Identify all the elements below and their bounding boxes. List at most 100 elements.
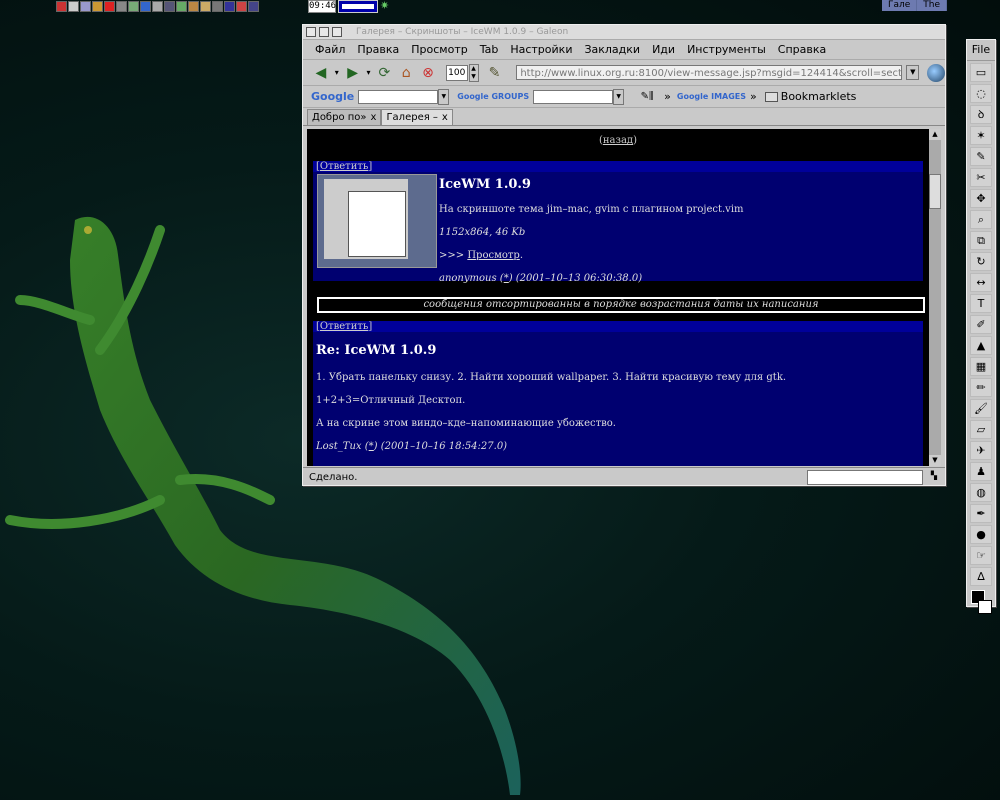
ellipse-select-icon[interactable]: ◌ <box>970 84 992 103</box>
gear-icon[interactable] <box>128 1 139 12</box>
network-icon[interactable] <box>152 1 163 12</box>
app-launcher-icon[interactable] <box>56 1 67 12</box>
menu-settings[interactable]: Настройки <box>510 43 572 56</box>
scroll-down-icon[interactable]: ▼ <box>929 455 941 466</box>
back-arrow-icon[interactable]: ◀ <box>311 63 331 83</box>
thumbnail-editor <box>348 191 406 257</box>
zoom-field[interactable]: 100 <box>445 64 468 81</box>
check-icon[interactable] <box>80 1 91 12</box>
forward-dropdown-icon[interactable]: ▾ <box>365 63 373 83</box>
background-color[interactable] <box>978 600 992 614</box>
stop-icon[interactable]: ⊗ <box>418 63 438 83</box>
globe-icon[interactable] <box>927 63 946 82</box>
security-icon[interactable]: ▚ <box>927 471 941 484</box>
menu-view[interactable]: Просмотр <box>411 43 467 56</box>
task-gimp[interactable]: The <box>917 0 947 11</box>
blur-icon[interactable]: ◍ <box>970 483 992 502</box>
scroll-thumb[interactable] <box>929 174 941 209</box>
broom-icon[interactable]: ✎ <box>485 63 505 83</box>
vertical-scrollbar[interactable]: ▲ ▼ <box>929 129 941 466</box>
window-menu-button[interactable] <box>306 27 316 37</box>
text-icon[interactable]: T <box>970 294 992 313</box>
smudge-icon[interactable]: ☞ <box>970 546 992 565</box>
google-search-input[interactable] <box>358 89 439 104</box>
gimp-icon[interactable] <box>188 1 199 12</box>
zoom-spinner[interactable]: ▲ ▼ <box>468 63 479 82</box>
more-chevron-icon-2[interactable]: » <box>750 90 757 103</box>
google-search-dropdown-icon[interactable]: ▼ <box>438 88 450 105</box>
paint-icon[interactable] <box>92 1 103 12</box>
reply-line-3: А на скрине этом виндо–кде–напоминающие … <box>316 418 616 429</box>
google-groups-input[interactable] <box>533 89 614 104</box>
paintbrush-icon[interactable]: 🖌 <box>970 399 992 418</box>
terminal-icon[interactable] <box>116 1 127 12</box>
star-icon[interactable] <box>104 1 115 12</box>
back-dropdown-icon[interactable]: ▾ <box>333 63 341 83</box>
bookmarklets-folder[interactable]: Bookmarklets <box>764 90 856 103</box>
scissors-icon[interactable]: ✂ <box>970 168 992 187</box>
dictionary-icon[interactable]: ✎⫼ <box>632 87 662 107</box>
magic-wand-icon[interactable]: ✶ <box>970 126 992 145</box>
google-groups-dropdown-icon[interactable]: ▼ <box>613 88 625 105</box>
back-link[interactable]: назад <box>603 135 633 146</box>
menu-bookmarks[interactable]: Закладки <box>584 43 640 56</box>
clone-icon[interactable]: ♟ <box>970 462 992 481</box>
ink-icon[interactable]: ✒ <box>970 504 992 523</box>
screenshot-thumbnail[interactable] <box>317 174 437 268</box>
bucket-fill-icon[interactable]: ▲ <box>970 336 992 355</box>
color-picker-icon[interactable]: ✐ <box>970 315 992 334</box>
more-chevron-icon[interactable]: » <box>664 90 671 103</box>
move-icon[interactable]: ✥ <box>970 189 992 208</box>
lasso-icon[interactable]: ꝺ <box>970 105 992 124</box>
rect-select-icon[interactable]: ▭ <box>970 63 992 82</box>
reply-link[interactable]: Ответить <box>320 161 368 172</box>
post-author-line: anonymous (*) (2001–10–13 06:30:38.0) <box>439 273 643 284</box>
transform-icon[interactable]: ↻ <box>970 252 992 271</box>
window-minimize-button[interactable] <box>319 27 329 37</box>
flag-icon[interactable] <box>224 1 235 12</box>
tools-icon[interactable] <box>212 1 223 12</box>
toolbox-file-menu[interactable]: File <box>967 40 995 61</box>
scroll-up-icon[interactable]: ▲ <box>929 129 941 140</box>
task-galeon[interactable]: Галe <box>882 0 917 11</box>
window-icon[interactable] <box>248 1 259 12</box>
tab-close-icon[interactable]: x <box>442 110 448 125</box>
menu-go[interactable]: Иди <box>652 43 675 56</box>
tab-close-icon[interactable]: x <box>371 110 377 125</box>
browser-icon[interactable] <box>176 1 187 12</box>
reply-link-2[interactable]: Ответить <box>320 321 368 332</box>
color-swatches[interactable] <box>971 590 992 618</box>
author-link[interactable]: * <box>504 273 509 284</box>
menu-edit[interactable]: Правка <box>357 43 399 56</box>
zoom-icon[interactable]: ⌕ <box>970 210 992 229</box>
keyboard-layout-icon[interactable] <box>236 1 247 12</box>
airbrush-icon[interactable]: ✈ <box>970 441 992 460</box>
window-maximize-button[interactable] <box>332 27 342 37</box>
menu-tools[interactable]: Инструменты <box>687 43 766 56</box>
menu-help[interactable]: Справка <box>778 43 826 56</box>
tab-gallery[interactable]: Галерея – x <box>381 109 453 125</box>
monitor-icon[interactable] <box>164 1 175 12</box>
info-icon[interactable] <box>140 1 151 12</box>
bezier-select-icon[interactable]: ✎ <box>970 147 992 166</box>
mail-icon[interactable] <box>68 1 79 12</box>
url-dropdown-icon[interactable]: ▼ <box>906 65 920 80</box>
window-titlebar[interactable]: Галерея – Скриншоты – IceWM 1.0.9 – Gale… <box>303 25 945 40</box>
url-field[interactable]: http://www.linux.org.ru:8100/view-messag… <box>516 65 903 80</box>
home-icon[interactable]: ⌂ <box>396 63 416 83</box>
crop-icon[interactable]: ⧉ <box>970 231 992 250</box>
gradient-icon[interactable]: ▦ <box>970 357 992 376</box>
editor-icon[interactable] <box>200 1 211 12</box>
dodge-burn-icon[interactable]: ● <box>970 525 992 544</box>
tab-welcome[interactable]: Добро по» x <box>307 109 382 125</box>
forward-arrow-icon[interactable]: ▶ <box>343 63 363 83</box>
reload-icon[interactable]: ⟳ <box>374 63 394 83</box>
eraser-icon[interactable]: ▱ <box>970 420 992 439</box>
measure-icon[interactable]: ∆ <box>970 567 992 586</box>
pencil-icon[interactable]: ✏ <box>970 378 992 397</box>
flip-icon[interactable]: ↔ <box>970 273 992 292</box>
view-link[interactable]: Просмотр <box>467 250 519 261</box>
reply-author-link[interactable]: * <box>369 441 374 452</box>
menu-file[interactable]: Файл <box>315 43 345 56</box>
menu-tab[interactable]: Tab <box>480 43 499 56</box>
